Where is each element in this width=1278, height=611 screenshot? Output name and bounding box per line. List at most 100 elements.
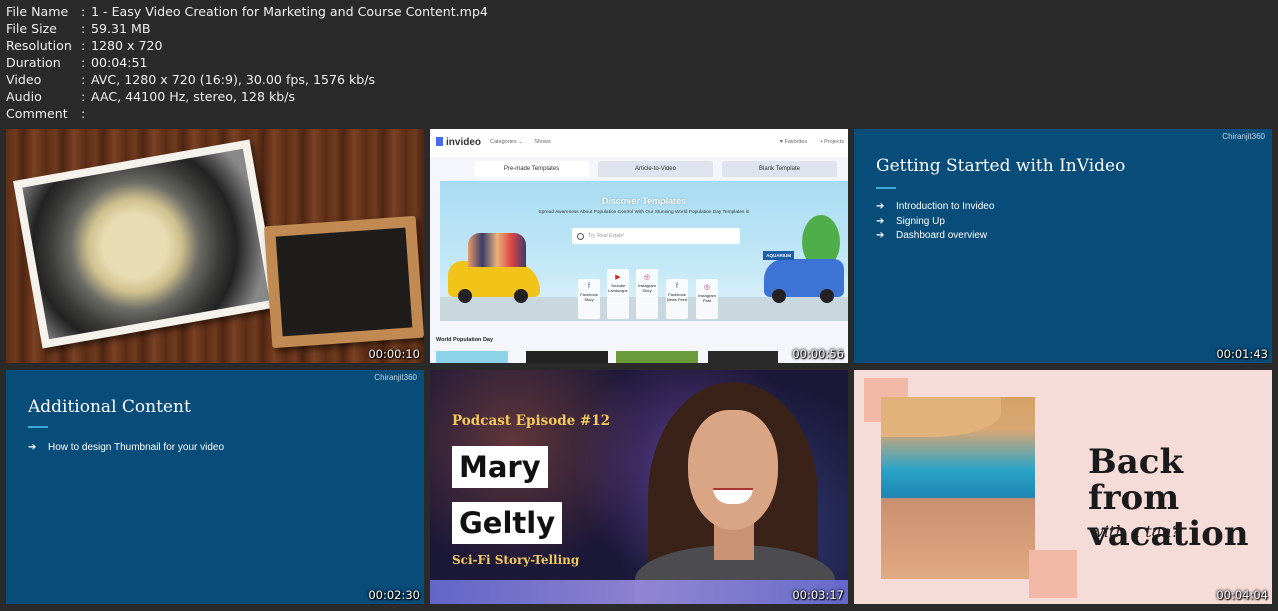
pan-with-onions-image [22,148,270,340]
card-youtube-landscape: ▶ Youtube Landscape [607,269,629,319]
template-preview [526,351,608,363]
info-row-resolution: Resolution : 1280 x 720 [6,37,488,54]
template-preview [708,351,778,363]
bullet-text: Introduction to Invideo [896,201,995,212]
invideo-logo: invideo [436,137,481,148]
banner-subtitle: Spread Awareness About Population Contro… [538,210,750,215]
slide-title: Getting Started with InVideo [876,156,1126,176]
section-heading: World Population Day [436,337,494,343]
timestamp: 00:03:17 [792,588,844,602]
blue-car-illustration [764,259,844,303]
tagline: Sci-Fi Story-Telling [452,553,580,567]
info-value: 1 - Easy Video Creation for Marketing an… [91,4,488,19]
nav-categories: Categories ⌄ [490,139,523,145]
brand-label: Chiranjit360 [374,373,417,382]
card-instagram-story: ◎ Instagram Story [636,269,658,319]
chalkboard-slate [263,215,424,349]
invideo-tabs: Pre-made Templates Article-to-Video Blan… [474,161,848,177]
info-key: Resolution [6,38,72,53]
invideo-nav: Categories ⌄ Shows [490,139,561,145]
info-key: Duration [6,55,61,70]
info-separator: : [81,72,86,87]
thumbnail-1[interactable]: 00:00:10 [6,129,424,363]
episode-label: Podcast Episode #12 [452,413,611,429]
invideo-nav-right: ♥ Favorites ▪ Projects [768,139,844,145]
crowd-illustration [468,233,526,267]
info-key: Comment [6,106,68,121]
info-separator: : [81,89,86,104]
bullet-text: How to design Thumbnail for your video [48,442,225,453]
template-search-input: Try 'Real Estate' [572,228,740,244]
wheel [458,289,472,303]
woman-face [688,410,778,530]
info-key: File Name [6,4,69,19]
info-value: AAC, 44100 Hz, stereo, 128 kb/s [91,89,296,104]
template-preview [616,351,698,363]
thumbnail-2[interactable]: invideo Categories ⌄ Shows ♥ Favorites ▪… [430,129,848,363]
audio-waveform [430,580,848,604]
thumbnail-4[interactable]: Chiranjit360 Additional Content ➔ How to … [6,370,424,604]
timestamp: 00:02:30 [368,588,420,602]
tab-blank-template: Blank Template [722,161,837,177]
card-label: Instagram Post [698,293,716,303]
nav-shows: Shows [534,139,551,145]
brand-label: Chiranjit360 [1222,132,1265,141]
decor-square [1029,550,1077,598]
arrow-icon: ➔ [876,230,885,241]
wheel [820,289,834,303]
timestamp: 00:01:43 [1216,347,1268,361]
thumbnail-5[interactable]: Podcast Episode #12 Mary Geltly Sci-Fi S… [430,370,848,604]
nav-projects: ▪ Projects [820,139,844,145]
wheel [772,289,786,303]
info-row-duration: Duration : 00:04:51 [6,54,488,71]
arrow-icon: ➔ [876,201,885,212]
info-separator: : [81,21,86,36]
info-separator: : [81,4,86,19]
info-key: Video [6,72,42,87]
bullet-item: ➔ How to design Thumbnail for your video [28,441,224,456]
nav-favorites: ♥ Favorites [779,139,808,145]
instagram-icon: ◎ [643,274,651,281]
aquarium-badge: AQUARIUM [763,251,794,260]
title-line: Back from [1088,442,1184,518]
arrow-icon: ➔ [28,442,37,453]
card-facebook-story: f Facebook Story [578,279,600,319]
bullet-list: ➔ How to design Thumbnail for your video [28,441,224,456]
file-info-panel: File Name : 1 - Easy Video Creation for … [6,3,488,122]
slide-title: Additional Content [28,397,191,417]
invideo-header: invideo Categories ⌄ Shows ♥ Favorites ▪… [430,129,848,157]
youtube-icon: ▶ [615,274,621,281]
template-preview [436,351,508,363]
instagram-icon: ◎ [703,284,711,291]
title-underline [876,187,896,189]
info-row-file-name: File Name : 1 - Easy Video Creation for … [6,3,488,20]
arrow-icon: ➔ [876,215,885,227]
banner-title: Discover Templates [601,196,687,206]
thumbnail-3[interactable]: Chiranjit360 Getting Started with InVide… [854,129,1272,363]
first-name-box: Mary [452,446,548,488]
timestamp: 00:04:04 [1216,588,1268,602]
timestamp: 00:00:10 [368,347,420,361]
info-value: 00:04:51 [91,55,148,70]
card-label: Facebook Story [580,292,598,302]
last-name-box: Geltly [452,502,563,544]
info-value: AVC, 1280 x 720 (16:9), 30.00 fps, 1576 … [91,72,376,87]
timestamp: 00:00:56 [792,347,844,361]
vacation-subtitle: with a tan? [1090,522,1181,541]
card-facebook-news-feed: f Facebook News Feed [666,279,688,319]
search-icon [577,233,584,240]
card-label: Instagram Story [638,283,656,293]
info-separator: : [81,38,86,53]
discover-banner: AQUARIUM Discover Templates Spread Aware… [440,181,848,321]
info-key: File Size [6,21,57,36]
thumbnail-6[interactable]: Back from vacation with a tan? 00:04:04 [854,370,1272,604]
info-row-comment: Comment : [6,105,488,122]
polaroid-photo [13,139,279,349]
title-underline [28,426,48,428]
bullet-text: Dashboard overview [896,230,988,241]
card-label: Youtube Landscape [608,283,628,293]
info-value: 1280 x 720 [91,38,163,53]
facebook-icon: f [676,283,678,290]
card-instagram-post: ◎ Instagram Post [696,279,718,319]
tab-premade-templates: Pre-made Templates [474,161,589,177]
